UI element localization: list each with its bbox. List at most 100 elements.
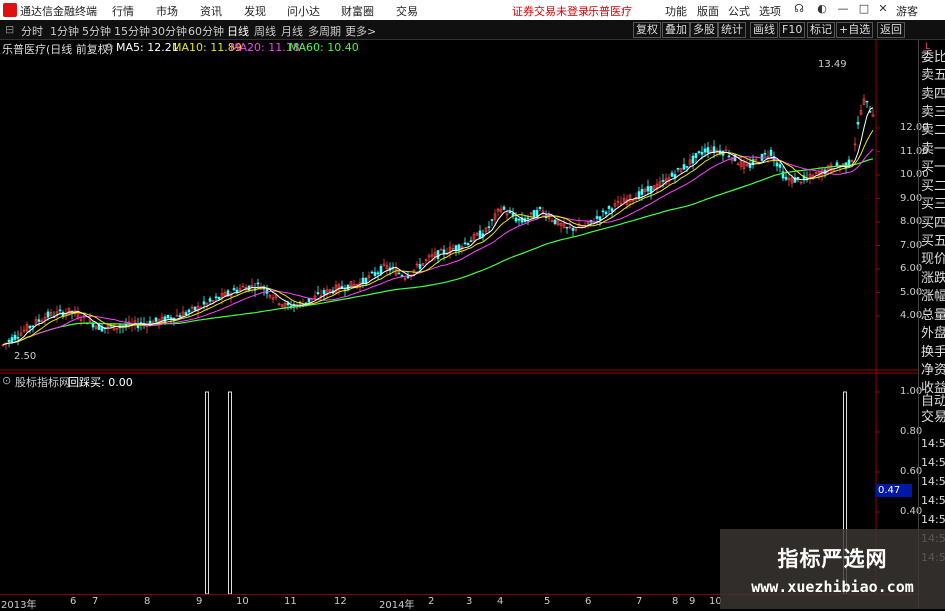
candle-body	[370, 271, 374, 274]
close-icon[interactable]: ✕	[876, 2, 890, 16]
statistics-button[interactable]: 统计	[718, 22, 746, 38]
candle-body	[418, 264, 422, 269]
candle-body	[856, 121, 860, 125]
trade-login-notice[interactable]: 证券交易未登录	[512, 3, 589, 19]
tab-30min[interactable]: 30分钟	[151, 23, 187, 39]
candle-body	[508, 211, 512, 214]
menu-jiaoyi[interactable]: 交易	[396, 3, 418, 19]
candle-body	[91, 323, 95, 328]
app-title: 通达信金融终端	[20, 5, 97, 18]
trade-time: 14:56	[921, 513, 945, 526]
indicator-toggle-icon[interactable]: ⊙	[2, 374, 11, 387]
candle-body	[478, 230, 482, 239]
time-axis-label: 12	[334, 596, 347, 607]
mark-button[interactable]: 标记	[807, 22, 835, 38]
menu-zixun[interactable]: 资讯	[200, 3, 222, 19]
candle-body	[58, 309, 62, 312]
menu-shichang[interactable]: 市场	[156, 3, 178, 19]
candle-body	[571, 227, 575, 231]
candle-body	[7, 339, 11, 342]
trade-time: 14:56	[921, 475, 945, 488]
minimize-icon[interactable]: —	[836, 2, 850, 16]
indicator-spike	[228, 391, 232, 595]
candle-body	[535, 209, 539, 217]
indicator-current-value: 0.47	[876, 484, 912, 497]
tab-more[interactable]: 更多>	[345, 23, 376, 39]
time-axis-label: 6	[585, 596, 592, 607]
candle-body	[322, 290, 326, 295]
high-price-label: 13.49	[818, 59, 847, 70]
time-axis-label: 9	[196, 596, 203, 607]
menu-faxian[interactable]: 发现	[244, 3, 266, 19]
menu-wenxiaoda[interactable]: 问小达	[287, 3, 320, 19]
candle-body	[517, 218, 521, 221]
candle-body	[607, 205, 611, 209]
candle-body	[601, 210, 605, 213]
menu-gongshi[interactable]: 公式	[728, 3, 750, 19]
menu-gongneng[interactable]: 功能	[665, 3, 687, 19]
candle-body	[184, 312, 188, 315]
tab-60min[interactable]: 60分钟	[188, 23, 224, 39]
candle-body	[400, 275, 404, 277]
quote-field-label: 交易	[921, 410, 945, 425]
tab-multi-period[interactable]: 多周期	[308, 23, 341, 39]
skin-icon[interactable]: ◐	[815, 2, 829, 16]
menu-hangqing[interactable]: 行情	[112, 3, 134, 19]
ma20-line	[2, 148, 874, 346]
candle-body	[379, 265, 383, 275]
overlay-button[interactable]: 叠加	[662, 22, 690, 38]
candle-body	[763, 152, 767, 155]
candle-body	[166, 314, 170, 319]
candle-body	[193, 306, 197, 311]
candle-body	[598, 216, 602, 221]
time-axis-label: 6	[70, 596, 77, 607]
multi-stock-button[interactable]: 多股	[690, 22, 718, 38]
tab-monthly[interactable]: 月线	[281, 23, 303, 39]
app-logo-icon	[3, 3, 17, 17]
candle-body	[676, 167, 680, 170]
tab-1min[interactable]: 1分钟	[50, 23, 79, 39]
candle-body	[775, 162, 779, 167]
f10-button[interactable]: F10	[779, 22, 806, 38]
tab-daily[interactable]: 日线	[227, 23, 249, 39]
tab-weekly[interactable]: 周线	[254, 23, 276, 39]
user-label[interactable]: 游客	[896, 3, 918, 19]
toolbar-toggle-icon[interactable]: ⊟	[5, 23, 14, 36]
candle-body	[37, 319, 41, 322]
time-axis-label: 4	[497, 596, 504, 607]
quote-field-label: 委比	[921, 50, 945, 65]
tab-15min[interactable]: 15分钟	[114, 23, 150, 39]
candle-body	[526, 217, 530, 220]
candle-body	[217, 296, 221, 300]
candle-body	[685, 166, 689, 168]
quote-field-label: 卖二	[921, 123, 945, 138]
tab-5min[interactable]: 5分钟	[82, 23, 111, 39]
tab-fenshi[interactable]: 分时	[21, 23, 43, 39]
menu-xuanxiang[interactable]: 选项	[759, 3, 781, 19]
main-chart[interactable]	[0, 40, 918, 609]
quote-field-label: 卖五	[921, 68, 945, 83]
candle-body	[13, 334, 17, 340]
fuquan-button[interactable]: 复权	[633, 22, 661, 38]
trade-time: 14:56	[921, 494, 945, 507]
candle-body	[727, 155, 731, 158]
menu-banmian[interactable]: 版面	[697, 3, 719, 19]
candle-body	[706, 147, 710, 153]
menu-caifuquan[interactable]: 财富圈	[341, 3, 374, 19]
indicator-header: ⊙ 股标指标网 回踩买: 0.00	[0, 373, 400, 389]
maximize-icon[interactable]: □	[857, 2, 871, 16]
back-button[interactable]: 返回	[877, 22, 905, 38]
title-bar: 通达信金融终端 行情 市场 资讯 发现 问小达 财富圈 交易 证券交易未登录 乐…	[0, 0, 945, 20]
add-watchlist-button[interactable]: +自选	[836, 22, 874, 38]
candle-body	[463, 242, 467, 245]
time-axis-label: 5	[544, 596, 551, 607]
candle-body	[16, 336, 20, 339]
candle-body	[778, 164, 782, 168]
price-axis: 12.00 11.00 10.00 9.00 8.00 7.00 6.00 5.00 4.00	[876, 40, 929, 370]
candle-body	[154, 317, 158, 322]
watermark-title: 指标严选网	[777, 547, 888, 571]
indicator-name[interactable]: 股标指标网	[15, 374, 70, 390]
headset-icon[interactable]: ☊	[792, 2, 806, 16]
period-toolbar: ⊟ 分时 1分钟 5分钟 15分钟 30分钟 60分钟 日线 周线 月线 多周期…	[0, 20, 945, 40]
draw-line-button[interactable]: 画线	[750, 22, 778, 38]
